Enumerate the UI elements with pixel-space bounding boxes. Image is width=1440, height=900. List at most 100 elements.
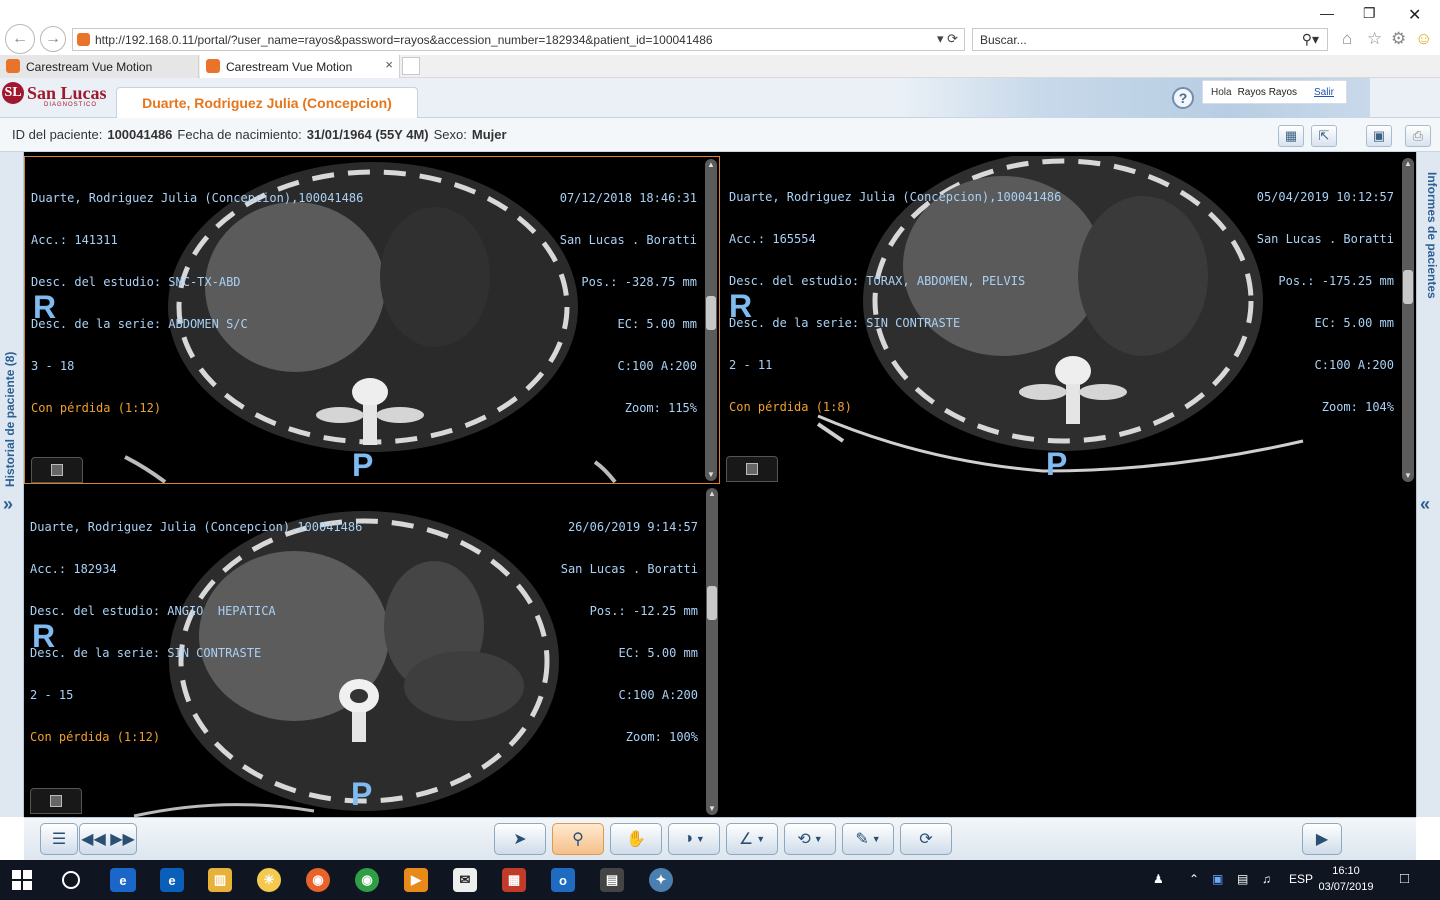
patient-history-label[interactable]: Historial de paciente (8)	[3, 352, 17, 487]
close-tab-icon[interactable]: ×	[385, 57, 393, 72]
pan-tool-button[interactable]: ✋	[610, 823, 662, 855]
overlay-line: 2 - 15	[30, 688, 74, 702]
3d-cube-button[interactable]	[31, 457, 83, 483]
tools-app-icon[interactable]: ✦	[649, 868, 673, 892]
overlay-line: Desc. de la serie: SIN CONTRASTE	[30, 646, 262, 660]
system-clock[interactable]: 16:10 03/07/2019	[1316, 863, 1376, 895]
outlook-icon[interactable]: o	[551, 868, 575, 892]
cube-icon	[51, 464, 63, 476]
page-navigation-button[interactable]: ◀◀ ▶▶	[79, 823, 137, 855]
viewport-4-empty[interactable]	[723, 486, 1416, 817]
play-icon: ▶	[1315, 831, 1329, 848]
user-box: Hola Rayos Rayos Salir	[1202, 80, 1347, 104]
minimize-icon[interactable]: —	[1320, 5, 1334, 21]
file-explorer-icon[interactable]: ▥	[208, 868, 232, 892]
overlay-line: Zoom: 100%	[625, 730, 698, 744]
search-icon[interactable]: ⚲▾	[1302, 31, 1319, 48]
series-scrollbar[interactable]: ▲ ▼	[1402, 158, 1414, 482]
print-icon[interactable]: ⎙	[1405, 125, 1431, 147]
scrollbar-thumb[interactable]	[706, 296, 716, 330]
paint-app-icon[interactable]: ▦	[502, 868, 526, 892]
cortana-search-icon[interactable]	[62, 871, 80, 889]
edge-icon[interactable]: e	[160, 868, 184, 892]
network-icon[interactable]: ▤	[1237, 872, 1248, 886]
zoom-tool-button[interactable]: ⚲	[552, 823, 604, 855]
pointer-arrow-icon: ➤	[513, 831, 527, 848]
mail-icon[interactable]: ✉	[453, 868, 477, 892]
logout-link[interactable]: Salir	[1314, 87, 1334, 98]
language-indicator[interactable]: ESP	[1289, 872, 1313, 886]
reset-button[interactable]: ⟳	[900, 823, 952, 855]
scroll-up-arrow-icon[interactable]: ▲	[706, 160, 716, 170]
scanner-app-icon[interactable]: ▤	[600, 868, 624, 892]
address-bar[interactable]: http://192.168.0.11/portal/?user_name=ra…	[72, 28, 965, 51]
windows-start-icon[interactable]	[12, 870, 32, 890]
firefox-icon[interactable]: ◉	[306, 868, 330, 892]
scroll-down-arrow-icon[interactable]: ▼	[706, 470, 716, 480]
chrome-icon[interactable]: ◉	[355, 868, 379, 892]
back-arrow-icon[interactable]: ←	[5, 24, 35, 54]
favorites-star-icon[interactable]: ☆	[1367, 29, 1382, 49]
people-icon[interactable]: ♟	[1153, 872, 1164, 886]
3d-cube-button[interactable]	[726, 456, 778, 482]
search-input[interactable]: Buscar... ⚲▾	[972, 28, 1328, 51]
study-info-right: 26/06/2019 9:14:57 San Lucas . Boratti P…	[561, 492, 698, 772]
viewport-2[interactable]: Duarte, Rodriguez Julia (Concepcion),100…	[723, 156, 1416, 484]
layout-grid-icon[interactable]: ▦	[1278, 125, 1304, 147]
expand-left-arrow-icon[interactable]: «	[1420, 494, 1430, 515]
cine-play-button[interactable]: ▶	[1302, 823, 1342, 855]
tray-expand-icon[interactable]: ⌃	[1189, 872, 1199, 886]
help-icon[interactable]: ?	[1172, 87, 1194, 109]
notifications-icon[interactable]: □	[1400, 870, 1409, 887]
volume-icon[interactable]: ♫	[1262, 872, 1271, 886]
scroll-down-arrow-icon[interactable]: ▼	[1403, 471, 1413, 481]
logo-subtitle: DIAGNOSTICO	[44, 102, 98, 108]
smiley-feedback-icon[interactable]: ☺	[1415, 29, 1432, 49]
home-icon[interactable]: ⌂	[1342, 29, 1352, 49]
select-tool-button[interactable]: ➤	[494, 823, 546, 855]
annotation-button[interactable]: ✎ ▼	[842, 823, 894, 855]
scroll-up-arrow-icon[interactable]: ▲	[707, 489, 717, 499]
window-level-button[interactable]: ◑ ▼	[668, 823, 720, 855]
media-player-icon[interactable]: ▶	[404, 868, 428, 892]
image-viewer[interactable]: Duarte, Rodriguez Julia (Concepcion),100…	[24, 152, 1416, 817]
series-scrollbar[interactable]: ▲ ▼	[706, 488, 718, 815]
overlay-line: Pos.: -328.75 mm	[581, 275, 697, 289]
url-text[interactable]: http://192.168.0.11/portal/?user_name=ra…	[95, 33, 713, 47]
refresh-icon[interactable]: ▾ ⟳	[937, 31, 958, 47]
browser-tab-1[interactable]: Carestream Vue Motion	[0, 55, 199, 78]
fullscreen-icon[interactable]: ⇱	[1311, 125, 1337, 147]
dropdown-caret-icon: ▼	[756, 834, 766, 844]
scrollbar-thumb[interactable]	[1403, 270, 1413, 304]
patient-tab[interactable]: Duarte, Rodriguez Julia (Concepcion)	[116, 87, 418, 118]
rotate-flip-button[interactable]: ⟲ ▼	[784, 823, 836, 855]
security-shield-icon[interactable]: ▣	[1212, 872, 1223, 886]
patient-history-panel[interactable]: Historial de paciente (8) »	[0, 152, 24, 817]
series-scrollbar[interactable]: ▲ ▼	[705, 159, 717, 481]
orientation-right-marker: R	[729, 288, 753, 324]
restore-icon[interactable]: ❐	[1363, 5, 1376, 22]
close-window-icon[interactable]: ✕	[1408, 5, 1421, 25]
3d-cube-button[interactable]	[30, 788, 82, 814]
logo-mark: SL	[2, 82, 24, 104]
patient-reports-label[interactable]: Informes de pacientes	[1425, 172, 1439, 299]
rotate-icon: ⟲	[797, 831, 811, 848]
expand-right-arrow-icon[interactable]: »	[3, 494, 13, 515]
viewport-3[interactable]: Duarte, Rodriguez Julia (Concepcion),100…	[24, 486, 720, 817]
internet-explorer-icon[interactable]: e	[110, 868, 136, 892]
new-tab-button[interactable]	[402, 57, 420, 75]
scrollbar-thumb[interactable]	[707, 586, 717, 620]
scroll-up-arrow-icon[interactable]: ▲	[1403, 159, 1413, 169]
forward-arrow-icon[interactable]: →	[40, 26, 66, 52]
scroll-down-arrow-icon[interactable]: ▼	[707, 804, 717, 814]
save-disk-icon[interactable]: ▣	[1366, 125, 1392, 147]
browser-tab-2[interactable]: Carestream Vue Motion ×	[200, 55, 400, 78]
viewport-1[interactable]: Duarte, Rodriguez Julia (Concepcion),100…	[24, 156, 720, 484]
orientation-posterior-marker: P	[351, 776, 373, 812]
measure-tool-button[interactable]: ∠ ▼	[726, 823, 778, 855]
gear-icon[interactable]: ⚙	[1391, 29, 1406, 49]
app-icon[interactable]: ☀	[257, 868, 281, 892]
overlay-line: Desc. del estudio: SNC-TX-ABD	[31, 275, 241, 289]
series-list-button[interactable]: ☰	[40, 823, 78, 855]
patient-reports-panel[interactable]: Informes de pacientes «	[1416, 152, 1440, 817]
